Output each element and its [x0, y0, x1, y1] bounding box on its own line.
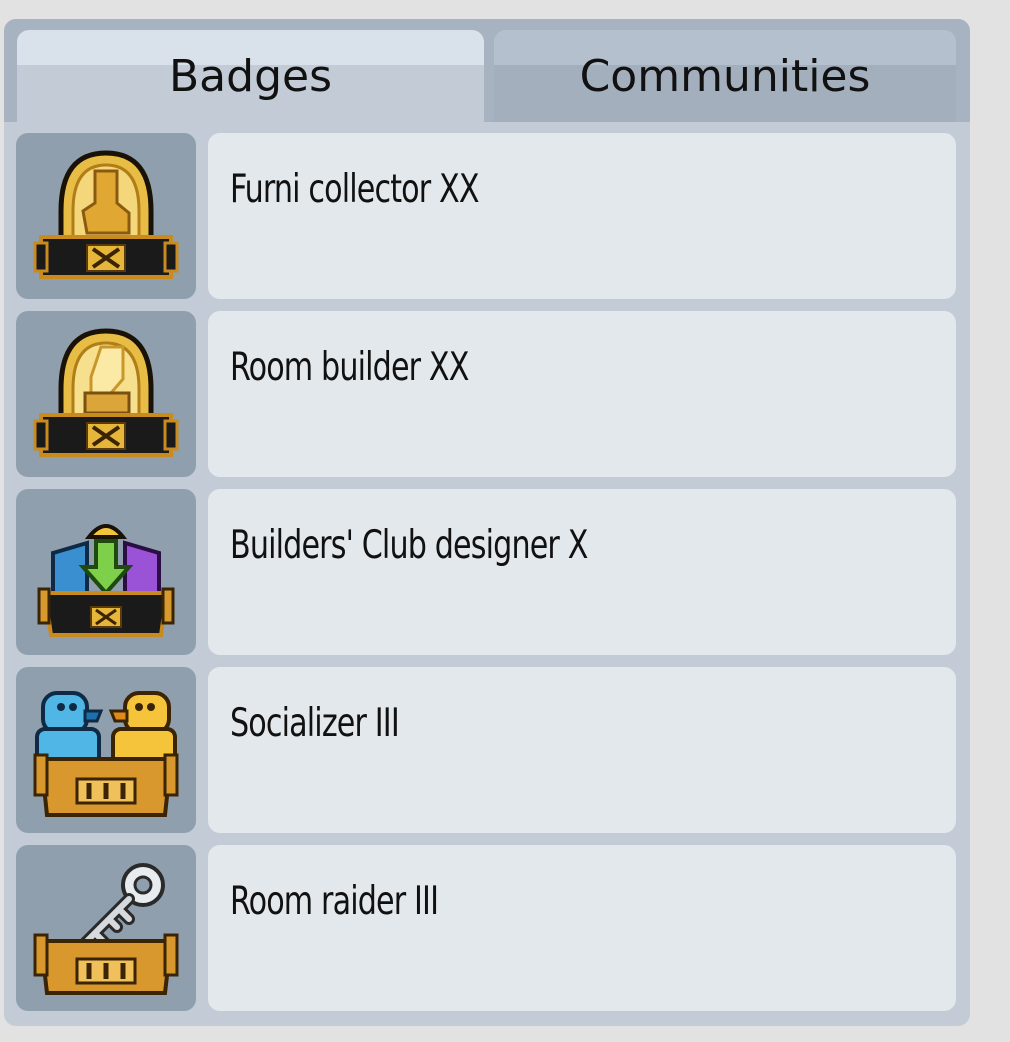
badge-icon-box	[16, 489, 196, 655]
badge-name: Room builder XX	[208, 311, 956, 477]
room-raider-badge-icon	[33, 863, 179, 995]
badge-name: Room raider III	[208, 845, 956, 1011]
furni-collector-badge-icon	[33, 150, 179, 279]
badges-panel: Badges Communities Furni collector XX Ro…	[4, 19, 970, 1026]
badge-icon-box	[16, 311, 196, 477]
tab-badges[interactable]: Badges	[17, 30, 484, 122]
badge-icon-box	[16, 845, 196, 1011]
room-builder-badge-icon	[33, 328, 179, 457]
badge-row[interactable]: Furni collector XX	[16, 133, 956, 299]
tab-badges-label: Badges	[168, 50, 332, 102]
badge-name: Builders' Club designer X	[208, 489, 956, 655]
badge-icon-box	[16, 667, 196, 833]
badge-row[interactable]: Builders' Club designer X	[16, 489, 956, 655]
tab-communities-label: Communities	[579, 50, 871, 102]
builders-club-badge-icon	[37, 524, 175, 637]
badge-name: Furni collector XX	[208, 133, 956, 299]
badge-row[interactable]: Socializer III	[16, 667, 956, 833]
badge-icon-box	[16, 133, 196, 299]
badge-row[interactable]: Room raider III	[16, 845, 956, 1011]
badge-row[interactable]: Room builder XX	[16, 311, 956, 477]
tab-communities[interactable]: Communities	[494, 30, 956, 122]
socializer-badge-icon	[33, 691, 179, 817]
badge-name: Socializer III	[208, 667, 956, 833]
tab-bar: Badges Communities	[4, 19, 970, 122]
